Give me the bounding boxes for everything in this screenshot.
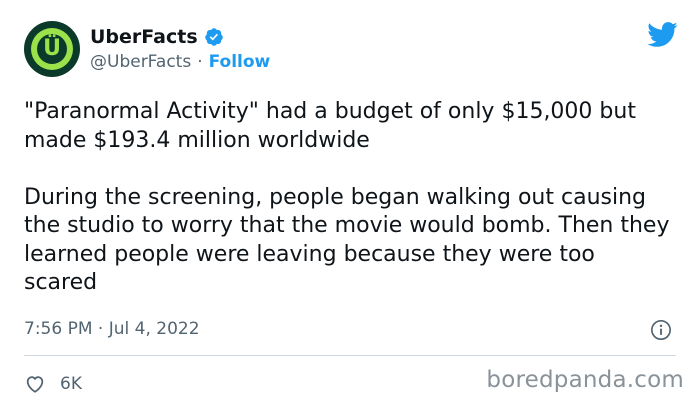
tweet-card: Ü UberFacts @UberFacts · Follow "Paranor…	[0, 0, 700, 410]
author-handle[interactable]: @UberFacts	[90, 52, 191, 72]
author-display-name[interactable]: UberFacts	[90, 26, 198, 48]
divider	[24, 355, 676, 356]
tweet-paragraph: During the screening, people began walki…	[24, 184, 670, 296]
tweet-text: "Paranormal Activity" had a budget of on…	[24, 98, 674, 298]
author-handle-row: @UberFacts · Follow	[90, 50, 270, 74]
watermark: boredpanda.com	[486, 367, 684, 393]
twitter-bird-icon[interactable]	[646, 21, 678, 48]
info-icon[interactable]	[650, 319, 672, 341]
avatar-letter: Ü	[37, 34, 67, 64]
verified-badge-icon	[204, 28, 223, 46]
like-count: 6K	[60, 374, 82, 394]
avatar[interactable]: Ü	[24, 21, 80, 77]
follow-button[interactable]: Follow	[209, 52, 271, 72]
tweet-paragraph: "Paranormal Activity" had a budget of on…	[24, 99, 636, 153]
author-name-row: UberFacts	[90, 24, 224, 50]
heart-icon	[26, 376, 44, 393]
like-button[interactable]: 6K	[24, 371, 82, 397]
separator-dot: ·	[197, 52, 203, 72]
tweet-timestamp[interactable]: 7:56 PM · Jul 4, 2022	[24, 319, 200, 339]
